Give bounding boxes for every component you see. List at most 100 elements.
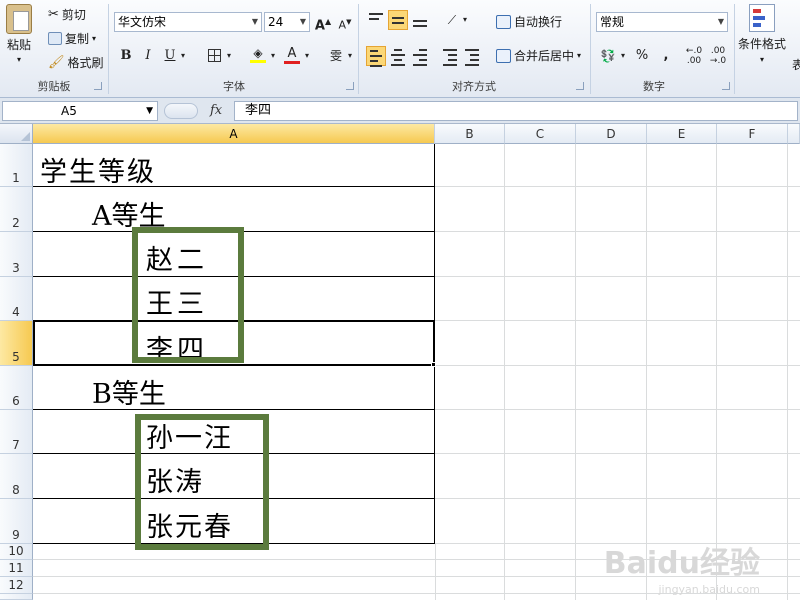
gridline bbox=[435, 453, 800, 454]
bold-button[interactable]: B bbox=[116, 46, 136, 66]
row-header-8[interactable]: 8 bbox=[0, 454, 33, 499]
chevron-down-icon[interactable]: ▾ bbox=[577, 51, 581, 60]
conditional-format-button[interactable]: 条件格式 ▾ bbox=[738, 4, 786, 64]
chevron-down-icon[interactable]: ▾ bbox=[224, 46, 234, 66]
number-launcher-icon[interactable] bbox=[722, 82, 730, 90]
formula-bar-grip[interactable] bbox=[164, 103, 198, 119]
row-header-4[interactable]: 4 bbox=[0, 277, 33, 321]
currency-icon[interactable]: 💱 bbox=[598, 46, 618, 66]
row-header-13[interactable] bbox=[0, 594, 33, 600]
cut-label: 剪切 bbox=[61, 8, 86, 22]
grow-font-icon[interactable]: A▲ bbox=[313, 12, 333, 33]
chevron-down-icon[interactable]: ▾ bbox=[302, 46, 312, 66]
formula-input[interactable]: 李四 bbox=[234, 101, 798, 121]
column-header-f[interactable]: F bbox=[717, 124, 788, 144]
scissors-icon: ✂ bbox=[48, 7, 59, 22]
name-box-value: A5 bbox=[61, 104, 77, 118]
top-align-icon[interactable] bbox=[366, 10, 386, 30]
gridline bbox=[435, 320, 800, 321]
wrap-text-icon bbox=[496, 14, 511, 29]
percent-button[interactable]: % bbox=[632, 46, 652, 66]
center-align-icon[interactable] bbox=[388, 46, 408, 66]
orientation-icon[interactable]: ⟋ bbox=[442, 10, 462, 30]
format-as-table-label[interactable]: 表 bbox=[792, 56, 800, 73]
comma-button[interactable]: , bbox=[656, 46, 676, 66]
row-header-5[interactable]: 5 bbox=[0, 321, 33, 366]
italic-button[interactable]: I bbox=[138, 46, 158, 66]
chevron-down-icon[interactable]: ▾ bbox=[268, 46, 278, 66]
font-launcher-icon[interactable] bbox=[346, 82, 354, 90]
column-header-c[interactable]: C bbox=[505, 124, 576, 144]
merge-center-button[interactable]: 合并后居中 ▾ bbox=[496, 47, 581, 64]
column-header-a[interactable]: A bbox=[33, 124, 435, 144]
row-header-10[interactable]: 10 bbox=[0, 544, 33, 560]
decrease-decimal-icon[interactable]: .00 →.0 bbox=[708, 46, 728, 66]
gridline bbox=[435, 276, 800, 277]
phonetic-icon[interactable]: 雯 bbox=[326, 46, 346, 66]
row-header-12[interactable]: 12 bbox=[0, 577, 33, 594]
column-header-g[interactable] bbox=[788, 124, 800, 144]
column-header-d[interactable]: D bbox=[576, 124, 647, 144]
group-label-number: 数字 bbox=[643, 80, 665, 93]
gridline bbox=[646, 144, 647, 600]
column-header-e[interactable]: E bbox=[647, 124, 717, 144]
chevron-down-icon[interactable]: ▾ bbox=[460, 10, 470, 30]
increase-decimal-icon[interactable]: ←.0.00 bbox=[684, 46, 704, 66]
group-separator bbox=[108, 4, 109, 94]
fill-handle[interactable] bbox=[431, 362, 436, 367]
clipboard-launcher-icon[interactable] bbox=[94, 82, 102, 90]
chevron-down-icon: ▾ bbox=[92, 34, 97, 43]
worksheet-grid[interactable]: A B C D E F 1 2 3 4 5 6 7 8 9 10 11 12 学… bbox=[0, 124, 800, 600]
gridline bbox=[716, 144, 717, 600]
format-painter-button[interactable]: 🖌 格式刷 bbox=[48, 54, 104, 71]
chevron-down-icon[interactable]: ▼ bbox=[718, 13, 724, 31]
alignment-launcher-icon[interactable] bbox=[576, 82, 584, 90]
right-align-icon[interactable] bbox=[410, 46, 430, 66]
paste-button[interactable]: 粘贴 ▾ bbox=[6, 4, 32, 64]
font-name-combo[interactable]: 华文仿宋 ▼ bbox=[114, 12, 262, 32]
row-header-11[interactable]: 11 bbox=[0, 560, 33, 577]
cell-a1[interactable]: 学生等级 bbox=[40, 150, 156, 189]
decrease-indent-icon[interactable] bbox=[440, 46, 460, 66]
select-all-corner[interactable] bbox=[0, 124, 33, 144]
wrap-text-button[interactable]: 自动换行 bbox=[496, 13, 562, 30]
font-size-combo[interactable]: 24 ▼ bbox=[264, 12, 310, 32]
number-format-combo[interactable]: 常规 ▼ bbox=[596, 12, 728, 32]
left-align-icon[interactable] bbox=[366, 46, 386, 67]
cut-button[interactable]: ✂ 剪切 bbox=[48, 6, 86, 23]
gridline bbox=[435, 186, 800, 187]
cell-a6[interactable]: B等生 bbox=[92, 372, 166, 411]
row-header-7[interactable]: 7 bbox=[0, 410, 33, 454]
name-box[interactable]: A5 ▼ bbox=[2, 101, 158, 121]
chevron-down-icon: ▾ bbox=[16, 55, 21, 64]
insert-function-button[interactable]: fx bbox=[210, 103, 222, 118]
conditional-format-label: 条件格式 bbox=[738, 37, 787, 51]
chevron-down-icon[interactable]: ▼ bbox=[252, 13, 258, 31]
column-header-b[interactable]: B bbox=[435, 124, 505, 144]
middle-align-icon[interactable] bbox=[388, 10, 408, 30]
bottom-align-icon[interactable] bbox=[410, 10, 430, 30]
font-color-icon[interactable]: A bbox=[282, 46, 302, 66]
copy-button[interactable]: 复制 ▾ bbox=[48, 30, 96, 47]
row-header-6[interactable]: 6 bbox=[0, 366, 33, 410]
clipboard-icon bbox=[6, 4, 32, 34]
chevron-down-icon[interactable]: ▾ bbox=[345, 46, 355, 66]
chevron-down-icon[interactable]: ▼ bbox=[146, 102, 153, 120]
gridline bbox=[575, 144, 576, 600]
row-header-1[interactable]: 1 bbox=[0, 144, 33, 187]
row-header-9[interactable]: 9 bbox=[0, 499, 33, 544]
group-separator bbox=[590, 4, 591, 94]
fill-color-icon[interactable]: ◈ bbox=[248, 46, 268, 66]
borders-icon[interactable] bbox=[204, 46, 224, 66]
row-header-3[interactable]: 3 bbox=[0, 232, 33, 277]
shrink-font-icon[interactable]: A▼ bbox=[335, 12, 355, 32]
group-separator bbox=[734, 4, 735, 94]
underline-button[interactable]: U bbox=[160, 46, 180, 66]
watermark-logo: Baidu经验 bbox=[603, 546, 760, 581]
increase-indent-icon[interactable] bbox=[462, 46, 482, 66]
chevron-down-icon[interactable]: ▾ bbox=[618, 46, 628, 66]
row-header-2[interactable]: 2 bbox=[0, 187, 33, 232]
chevron-down-icon[interactable]: ▼ bbox=[300, 13, 306, 31]
chevron-down-icon[interactable]: ▾ bbox=[178, 46, 188, 66]
gridline bbox=[435, 544, 436, 600]
